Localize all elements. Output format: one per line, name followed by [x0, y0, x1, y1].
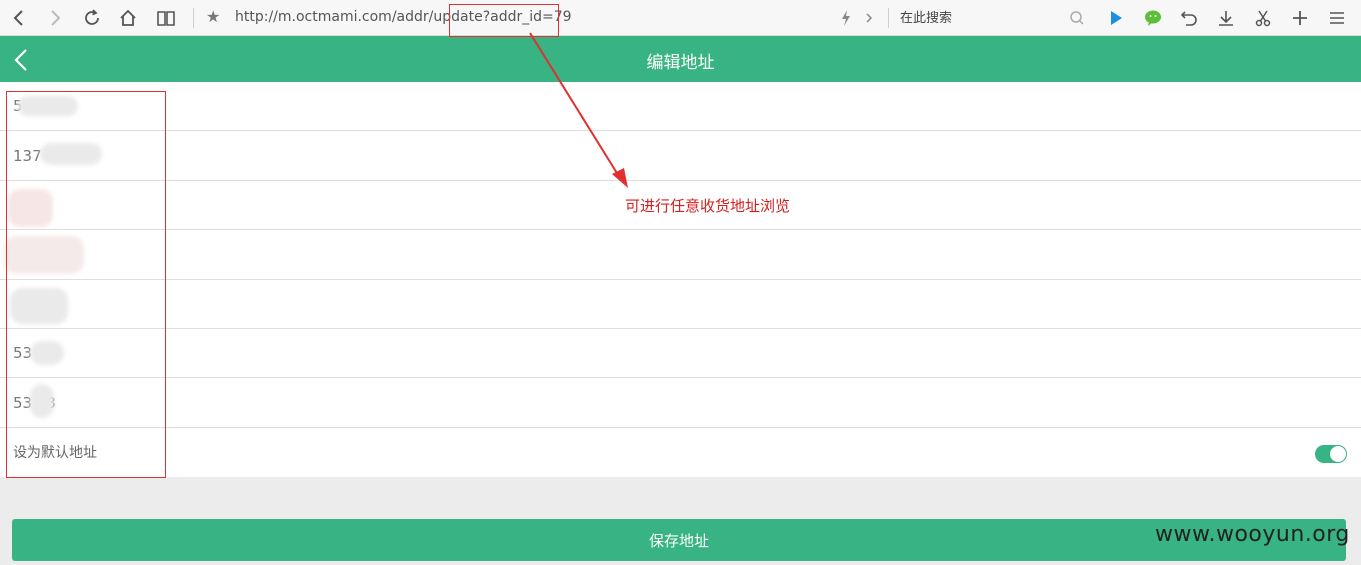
scissors-icon[interactable]	[1251, 6, 1275, 30]
toolbar-divider	[193, 8, 194, 28]
address-form: 5 137 9 . 53 3 53 43 设为默认地址	[0, 82, 1361, 478]
postal-code-field[interactable]: 53 3	[0, 329, 1361, 379]
page-title: 编辑地址	[646, 53, 715, 73]
refresh-icon[interactable]	[80, 6, 104, 30]
fields-highlight-box	[6, 91, 166, 478]
annotation-arrow	[529, 32, 628, 188]
back-arrow-icon[interactable]	[7, 6, 31, 30]
forward-arrow-icon[interactable]	[43, 6, 67, 30]
default-address-toggle[interactable]	[1315, 444, 1347, 463]
lightning-icon[interactable]	[834, 6, 858, 30]
new-tab-plus-icon[interactable]	[1288, 6, 1312, 30]
search-icon[interactable]	[1065, 6, 1089, 30]
watermark: www.wooyun.org	[1155, 522, 1350, 547]
menu-icon[interactable]	[1325, 6, 1349, 30]
id-number-field[interactable]: 53 43	[0, 378, 1361, 428]
city-field[interactable]	[0, 230, 1361, 280]
toolbar-divider	[888, 8, 889, 28]
undo-icon[interactable]	[1177, 6, 1201, 30]
app-header: 编辑地址	[0, 36, 1361, 82]
default-address-row: 设为默认地址	[0, 428, 1361, 477]
reader-book-icon[interactable]	[154, 6, 178, 30]
street-address-field[interactable]	[0, 280, 1361, 329]
bookmark-star-icon[interactable]: ★	[206, 7, 220, 26]
recipient-name-field[interactable]: 5	[0, 82, 1361, 132]
toggle-knob	[1330, 445, 1346, 462]
download-icon[interactable]	[1214, 6, 1238, 30]
search-input[interactable]	[892, 6, 1092, 30]
home-icon[interactable]	[116, 6, 140, 30]
annotation-text: 可进行任意收货地址浏览	[625, 197, 791, 215]
play-icon[interactable]	[1104, 6, 1128, 30]
chevron-right-icon[interactable]	[857, 6, 881, 30]
phone-field[interactable]: 137 9	[0, 131, 1361, 181]
save-address-button[interactable]: 保存地址	[12, 519, 1346, 561]
browser-toolbar: ★ http://m.octmami.com/addr/update?addr_…	[0, 0, 1361, 36]
wechat-icon[interactable]	[1141, 6, 1165, 30]
